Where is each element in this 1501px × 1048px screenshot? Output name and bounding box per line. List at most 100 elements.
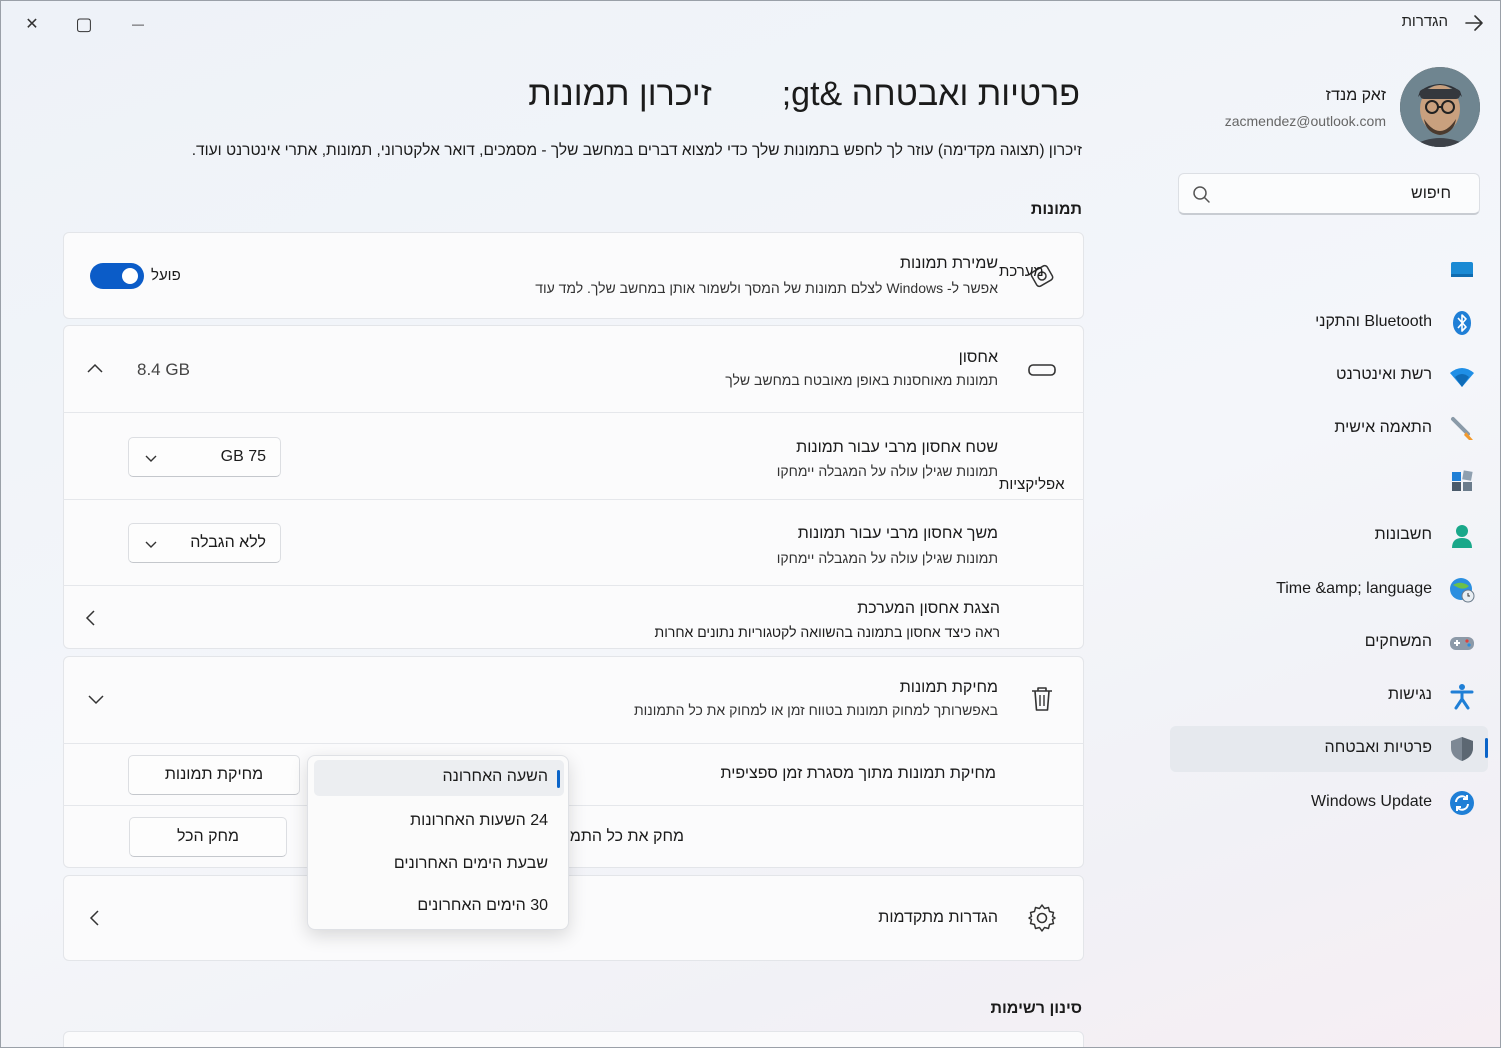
sidebar-item-accessibility[interactable]: נגישות [1170, 673, 1488, 719]
back-button[interactable] [1462, 9, 1486, 37]
minimize-icon: — [132, 17, 144, 31]
maximize-icon: ▢ [75, 13, 93, 34]
system-icon [1451, 262, 1473, 277]
sidebar-item-label: Bluetooth והתקני [1315, 313, 1432, 330]
apps-icon [1452, 470, 1473, 491]
max-duration-title: משך אחסון מרבי עבור תמונות [797, 525, 998, 542]
search-box[interactable]: חיפוש [1178, 173, 1480, 215]
system-storage-title: הצגת אחסון המערכת [857, 600, 1000, 617]
menu-item-last-hour[interactable]: השעה האחרונה [314, 760, 564, 796]
settings-window: ✕ ▢ — הגדרות זאק מנדז zacmendez@outlook.… [0, 0, 1501, 1048]
sidebar-item-time-language[interactable]: Time &amp; language [1170, 567, 1488, 613]
chevron-left-icon [89, 910, 99, 926]
app-title: הגדרות [1401, 13, 1448, 30]
save-snapshots-card [63, 232, 1084, 319]
menu-item-last-30-days[interactable]: 30 הימים האחרונים [314, 889, 564, 925]
delete-snapshots-subtitle: באפשרותך למחוק תמונות בטווח זמן או למחוק… [633, 702, 998, 718]
update-icon [1450, 791, 1474, 815]
toggle-state-label: פועל [151, 267, 181, 284]
sidebar-item-label: Time &amp; language [1276, 580, 1432, 597]
gear-icon [1028, 904, 1056, 932]
sidebar-item-system[interactable] [1170, 247, 1488, 293]
search-icon [1193, 186, 1210, 203]
avatar[interactable] [1400, 67, 1480, 147]
minimize-button[interactable]: — [123, 9, 153, 39]
max-storage-dropdown[interactable]: 75 GB [128, 437, 281, 477]
gamepad-icon [1450, 637, 1474, 650]
sidebar-item-privacy-security[interactable]: פרטיות ואבטחה [1170, 726, 1488, 772]
sidebar-item-gaming[interactable]: המשחקים [1170, 620, 1488, 666]
account-icon [1452, 525, 1472, 548]
globe-clock-icon [1450, 578, 1475, 603]
menu-item-label: 24 השעות האחרונות [410, 812, 548, 829]
max-duration-subtitle: תמונות שגילן עולה על המגבלה יימחקו [776, 550, 998, 566]
search-input[interactable]: חיפוש [1411, 185, 1451, 203]
sidebar-item-windows-update[interactable]: Windows Update [1170, 780, 1488, 826]
system-storage-subtitle: ראה כיצד אחסון בתמונה בהשוואה לקטגוריות … [654, 624, 1000, 640]
sidebar-item-apps[interactable] [1170, 459, 1488, 505]
save-snapshots-toggle[interactable] [90, 263, 144, 289]
chevron-down-icon [145, 541, 157, 548]
storage-title: אחסון [958, 349, 998, 366]
chevron-up-icon[interactable] [84, 358, 106, 380]
dropdown-value: ללא הגבלה [190, 534, 266, 551]
menu-item-last-7-days[interactable]: שבעת הימים האחרונים [314, 847, 564, 883]
menu-item-last-24-hours[interactable]: 24 השעות האחרונות [314, 804, 564, 840]
back-arrow-icon [1465, 15, 1483, 31]
active-indicator [1485, 738, 1488, 758]
sidebar-item-network[interactable]: רשת ואינטרנט [1170, 353, 1488, 399]
bluetooth-icon [1453, 311, 1471, 335]
close-button[interactable]: ✕ [17, 9, 47, 39]
breadcrumb-parent[interactable]: פרטיות ואבטחה &gt; [782, 75, 1080, 113]
close-icon: ✕ [25, 16, 39, 33]
page-description: זיכרון (תצוגה מקדימה) עוזר לך לחפש בתמונ… [191, 142, 1082, 159]
breadcrumb-current: זיכרון תמונות [528, 75, 712, 113]
storage-subtitle: תמונות מאוחסנות באופן מאובטח במחשב שלך [725, 372, 998, 388]
sidebar-item-label: התאמה אישית [1334, 419, 1432, 436]
timeframe-menu: השעה האחרונה 24 השעות האחרונות שבעת הימי… [307, 755, 569, 930]
user-name: זאק מנדז [1325, 87, 1386, 104]
storage-drive-icon [1028, 364, 1056, 376]
avatar-image [1400, 67, 1480, 147]
advanced-settings-title: הגדרות מתקדמות [878, 909, 998, 926]
storage-value: 8.4 GB [137, 360, 190, 379]
section-heading-snapshots: תמונות [1030, 201, 1082, 218]
delete-timeframe-label: מחיקת תמונות מתוך מסגרת זמן ספציפית [720, 765, 996, 782]
user-email: zacmendez@outlook.com [1224, 113, 1386, 129]
max-storage-subtitle: תמונות שגילן עולה על המגבלה יימחקו [776, 463, 998, 479]
chevron-down-icon [145, 455, 157, 462]
sidebar-item-label: פרטיות ואבטחה [1324, 739, 1432, 756]
page-title: פרטיות ואבטחה &gt; זיכרון תמונות [528, 75, 1080, 114]
brush-icon [1451, 417, 1473, 440]
sidebar-item-label: רשת ואינטרנט [1336, 366, 1432, 383]
sidebar-item-label: נגישות [1387, 686, 1432, 703]
save-snapshots-subtitle[interactable]: אפשר ל- Windows לצלם תמונות של המסך ולשמ… [535, 280, 998, 296]
sidebar-item-accounts[interactable]: חשבונות [1170, 513, 1488, 559]
sidebar-item-label: חשבונות [1374, 526, 1432, 543]
menu-item-label: שבעת הימים האחרונים [393, 855, 548, 872]
dropdown-value: 75 GB [220, 448, 266, 465]
delete-all-button[interactable]: מחק הכל [129, 817, 287, 857]
menu-item-label: השעה האחרונה [442, 768, 548, 785]
sidebar-item-label: המשחקים [1364, 633, 1432, 650]
overlay-label-apps: אפליקציות [999, 476, 1065, 493]
overlay-label-system: מערכת [999, 263, 1044, 280]
chevron-left-icon [85, 610, 95, 626]
max-storage-title: שטח אחסון מרבי עבור תמונות [796, 439, 998, 456]
shield-icon [1451, 737, 1473, 761]
trash-icon [1032, 687, 1052, 711]
section-heading-filter-lists: סינון רשימות [990, 1000, 1082, 1017]
sidebar-item-label: Windows Update [1311, 793, 1432, 810]
delete-timeframe-button[interactable]: מחיקת תמונות [128, 755, 300, 795]
divider [63, 805, 1084, 806]
maximize-button[interactable]: ▢ [69, 9, 99, 39]
chevron-down-icon[interactable] [85, 688, 107, 710]
divider [63, 499, 1084, 500]
max-duration-dropdown[interactable]: ללא הגבלה [128, 523, 281, 563]
divider [63, 412, 1084, 413]
wifi-icon [1450, 368, 1474, 387]
menu-item-label: 30 הימים האחרונים [417, 897, 548, 914]
sidebar-item-bluetooth[interactable]: Bluetooth והתקני [1170, 300, 1488, 346]
accessibility-icon [1450, 684, 1474, 710]
sidebar-item-personalization[interactable]: התאמה אישית [1170, 406, 1488, 452]
